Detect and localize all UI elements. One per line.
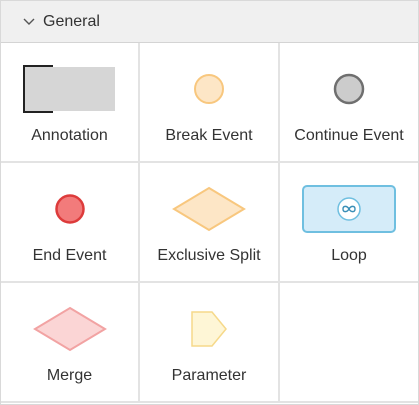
loop-icon	[302, 185, 396, 233]
palette-item-end-event[interactable]: End Event	[1, 163, 140, 283]
palette-item-label: Annotation	[31, 127, 108, 144]
palette-item-exclusive-split[interactable]: Exclusive Split	[140, 163, 280, 283]
merge-icon	[32, 306, 107, 352]
annotation-icon	[22, 65, 115, 113]
palette-item-label: Parameter	[171, 367, 247, 384]
palette-item-label: Loop	[331, 247, 367, 264]
chevron-down-icon[interactable]	[22, 15, 36, 29]
parameter-icon	[191, 311, 227, 347]
palette-item-annotation[interactable]: Annotation	[1, 43, 140, 163]
palette-item-label: Break Event	[165, 127, 253, 144]
palette-item-merge[interactable]: Merge	[1, 283, 140, 403]
palette-item-continue-event[interactable]: Continue Event	[280, 43, 418, 163]
palette-item-break-event[interactable]: Break Event	[140, 43, 280, 163]
continue-event-icon	[333, 73, 365, 105]
palette-item-label: Merge	[46, 367, 93, 384]
end-event-icon	[54, 194, 85, 224]
section-title: General	[43, 12, 100, 30]
palette-item-label: Continue Event	[294, 127, 404, 144]
palette-item-label: End Event	[32, 247, 107, 264]
element-grid: Annotation Break Event Continue Event En…	[1, 43, 418, 403]
toolbox-panel: General Annotation Break Event Continue …	[0, 0, 419, 405]
palette-item-loop[interactable]: Loop	[280, 163, 418, 283]
section-header-general[interactable]: General	[1, 1, 418, 43]
palette-item-parameter[interactable]: Parameter	[140, 283, 280, 403]
exclusive-split-icon	[172, 186, 246, 232]
break-event-icon	[194, 74, 224, 104]
empty-cell	[280, 283, 418, 403]
palette-item-label: Exclusive Split	[157, 247, 261, 264]
